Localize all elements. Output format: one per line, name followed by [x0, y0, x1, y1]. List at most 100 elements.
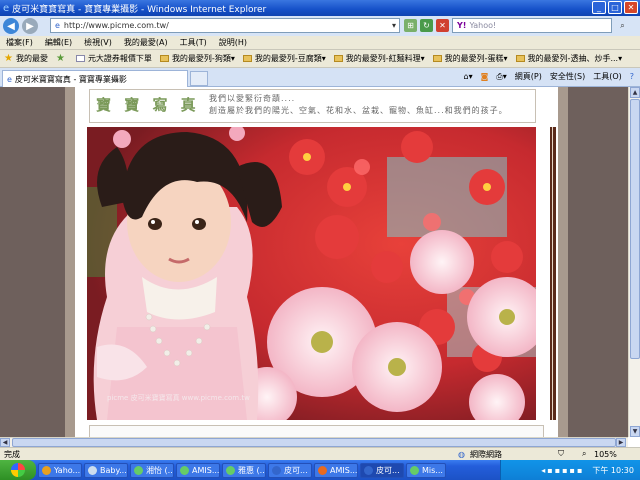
scroll-down-icon[interactable]: ▼: [630, 426, 640, 437]
close-button[interactable]: ✕: [624, 1, 638, 14]
address-dropdown-icon[interactable]: ▾: [392, 21, 396, 30]
back-button[interactable]: ◀: [3, 18, 19, 34]
add-star-icon: ★: [55, 53, 65, 64]
right-side-panel: [568, 87, 628, 437]
status-bar: 完成 ◍ 網際網路 ⛉ ⌕ 105%: [0, 447, 640, 460]
taskbar-item[interactable]: 雅惠 (...: [222, 462, 266, 478]
taskbar-item[interactable]: AMIS...: [314, 462, 358, 478]
scroll-right-icon[interactable]: ▶: [616, 438, 626, 447]
taskbar-item[interactable]: AMIS...: [176, 462, 220, 478]
refresh-icon[interactable]: ↻: [420, 19, 433, 32]
status-zoom[interactable]: 105%: [594, 450, 617, 459]
taskbar-item-label: 皮可...: [284, 465, 308, 475]
title-bar: e 皮可米寶寶寫真 - 寶寶專業攝影 - Windows Internet Ex…: [0, 0, 640, 16]
menu-favorites[interactable]: 我的最愛(A): [124, 37, 168, 48]
window-title: 皮可米寶寶寫真 - 寶寶專業攝影 - Windows Internet Expl…: [12, 4, 267, 15]
star-icon: ★: [4, 53, 13, 64]
search-placeholder: Yahoo!: [469, 21, 497, 30]
favorites-button[interactable]: ★ 我的最愛: [4, 53, 48, 64]
fav-item[interactable]: 我的最愛列-透抽、炒手... ▾: [515, 53, 622, 64]
vertical-scrollbar[interactable]: ▲ ▼: [628, 87, 640, 437]
zoom-icon[interactable]: ⌕: [582, 449, 586, 459]
taskbar-item[interactable]: Mis...: [406, 462, 446, 478]
command-tools[interactable]: 工具(O): [593, 71, 622, 82]
status-zone: 網際網路: [470, 449, 502, 459]
clock[interactable]: 下午 10:30: [592, 465, 634, 476]
horizontal-scroll-thumb[interactable]: [12, 438, 616, 447]
page-body: 寶 寶 寫 真 我們以愛緊衍奇蹟.... 創造屬於我們的陽光、空氣、花和水、盆栽…: [75, 87, 558, 437]
status-text: 完成: [4, 449, 20, 459]
slogan-line-1: 我們以愛緊衍奇蹟....: [209, 94, 296, 103]
taskbar-item-label: Mis...: [422, 465, 443, 475]
ie-logo-icon: e: [3, 2, 10, 14]
fav-item-label: 我的最愛列-狗類: [171, 54, 231, 63]
taskbar-item[interactable]: Baby...: [84, 462, 128, 478]
tab-title: 皮可米寶寶寫真 - 寶寶專業攝影: [14, 74, 127, 84]
taskbar-item[interactable]: Yaho...: [38, 462, 82, 478]
fav-item[interactable]: 我的最愛列-豆腐類 ▾: [242, 53, 326, 64]
web-content: 寶 寶 寫 真 我們以愛緊衍奇蹟.... 創造屬於我們的陽光、空氣、花和水、盆栽…: [0, 87, 628, 437]
taskbar: Yaho... Baby... 湘怡 (... AMIS... 雅惠 (... …: [0, 460, 640, 480]
print-icon[interactable]: ⎙▾: [496, 72, 506, 82]
help-icon[interactable]: ?: [630, 72, 634, 81]
favorites-bar: ★ 我的最愛 ★ 元大證券報價下單 我的最愛列-狗類 ▾ 我的最愛列-豆腐類 ▾ 我的…: [0, 50, 640, 68]
fav-item-label: 我的最愛列-紅麵料理: [345, 54, 421, 63]
address-bar[interactable]: e http://www.picme.com.tw/ ▾: [50, 18, 400, 33]
command-safety[interactable]: 安全性(S): [550, 71, 585, 82]
minimize-button[interactable]: _: [592, 1, 606, 14]
vertical-scroll-thumb[interactable]: [630, 99, 640, 359]
scroll-left-icon[interactable]: ◀: [0, 438, 10, 447]
chat-icon: [134, 465, 143, 475]
decorative-stripe: [550, 127, 556, 420]
taskbar-item-active[interactable]: 皮可...: [360, 462, 404, 478]
compatibility-icon[interactable]: ⊞: [404, 19, 417, 32]
fav-item[interactable]: 元大證券報價下單: [75, 53, 152, 64]
tray-icons[interactable]: ◂▪▪▪▪▪: [541, 466, 584, 475]
folder-icon: [515, 55, 525, 62]
chat-icon: [226, 465, 235, 475]
system-tray: ◂▪▪▪▪▪ 下午 10:30: [500, 460, 640, 480]
scroll-up-icon[interactable]: ▲: [630, 87, 640, 98]
horizontal-scrollbar[interactable]: ◀ ▶: [0, 437, 628, 447]
tab-row: e 皮可米寶寶寫真 - 寶寶專業攝影 ⌂▾ ◙ ⎙▾ 網頁(P) 安全性(S) …: [0, 68, 640, 87]
site-logo[interactable]: 寶 寶 寫 真: [96, 94, 200, 115]
menu-tools[interactable]: 工具(T): [180, 37, 207, 48]
new-tab-button[interactable]: [190, 71, 208, 86]
menu-edit[interactable]: 編輯(E): [45, 37, 72, 48]
command-page[interactable]: 網頁(P): [515, 71, 542, 82]
left-border-strip: [65, 87, 75, 437]
globe-icon: ◍: [458, 449, 465, 459]
menu-file[interactable]: 檔案(F): [6, 37, 33, 48]
messenger-icon: [42, 465, 51, 475]
folder-icon: [242, 55, 252, 62]
taskbar-item[interactable]: 湘怡 (...: [130, 462, 174, 478]
tab-current[interactable]: e 皮可米寶寶寫真 - 寶寶專業攝影: [2, 70, 188, 87]
slogan-line-2: 創造屬於我們的陽光、空氣、花和水、盆栽、寵物、魚缸...和我們的孩子。: [209, 106, 508, 115]
menu-view[interactable]: 檢視(V): [84, 37, 112, 48]
page-icon: e: [55, 21, 60, 30]
search-icon[interactable]: ⌕: [616, 19, 629, 32]
start-button[interactable]: [0, 460, 36, 480]
maximize-button[interactable]: □: [608, 1, 622, 14]
add-favorite-button[interactable]: ★: [56, 53, 68, 64]
yahoo-icon: Y!: [457, 21, 467, 30]
stop-icon[interactable]: ✕: [436, 19, 449, 32]
taskbar-item[interactable]: 皮可...: [268, 462, 312, 478]
taskbar-item-label: 雅惠 (...: [238, 465, 266, 475]
forward-button[interactable]: ▶: [22, 18, 38, 34]
fav-item[interactable]: 我的最愛列-蛋糕 ▾: [432, 53, 508, 64]
fav-item-label: 我的最愛列-豆腐類: [254, 54, 322, 63]
search-input[interactable]: Y! Yahoo!: [452, 18, 612, 33]
feeds-icon[interactable]: ◙: [481, 72, 489, 81]
menu-help[interactable]: 說明(H): [219, 37, 247, 48]
right-border-strip: [558, 87, 568, 437]
ie-icon: [364, 465, 373, 475]
fav-item[interactable]: 我的最愛列-狗類 ▾: [159, 53, 235, 64]
windows-logo-icon: [11, 463, 25, 477]
menu-bar: 檔案(F) 編輯(E) 檢視(V) 我的最愛(A) 工具(T) 說明(H): [0, 36, 640, 50]
fav-item[interactable]: 我的最愛列-紅麵料理 ▾: [333, 53, 425, 64]
protected-mode-icon[interactable]: ⛉: [558, 449, 564, 459]
ie-icon: [272, 465, 281, 475]
home-icon[interactable]: ⌂▾: [464, 72, 473, 81]
favorites-label: 我的最愛: [15, 54, 48, 63]
